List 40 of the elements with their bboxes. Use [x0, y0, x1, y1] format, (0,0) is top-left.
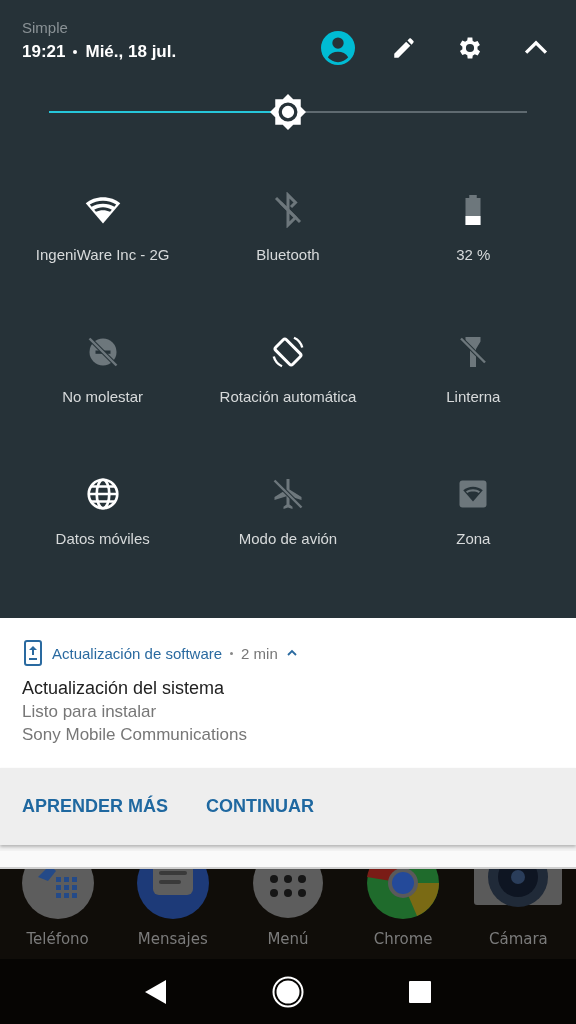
carrier-name: Simple: [22, 19, 69, 36]
brightness-thumb[interactable]: [270, 94, 306, 130]
system-update-icon: [22, 640, 44, 666]
clock-time: 19:21: [22, 42, 66, 62]
tile-label[interactable]: Linterna: [446, 388, 501, 405]
user-avatar-button[interactable]: [320, 30, 356, 66]
avatar-icon: [321, 31, 355, 65]
tile-label[interactable]: Rotación automática: [219, 388, 357, 405]
back-triangle-icon: [143, 977, 169, 1006]
action-button[interactable]: CONTINUAR: [206, 792, 314, 821]
notification-text: Listo para instalar: [22, 702, 158, 722]
messages-app-icon: [136, 869, 209, 919]
notification-text: Sony Mobile Communications: [22, 725, 248, 745]
notification-title: Actualización del sistema: [22, 678, 226, 699]
tile-label[interactable]: Modo de avión: [238, 530, 338, 547]
notification-time: 2 min: [241, 644, 278, 662]
separator-dot: [230, 651, 234, 655]
tile-label[interactable]: Datos móviles: [55, 530, 150, 547]
airplane-off-icon: [270, 476, 306, 512]
home-circle-icon: [272, 975, 304, 1008]
separator-dot: [73, 50, 78, 54]
dock-app[interactable]: Mensajes: [115, 869, 231, 959]
globe-icon: [84, 476, 121, 512]
tile-label[interactable]: 32 %: [456, 246, 491, 263]
date-text: Mié., 18 jul.: [85, 42, 177, 62]
browser-app-icon: [367, 869, 440, 919]
tile-label[interactable]: No molestar: [62, 388, 144, 405]
tile-label[interactable]: Zona: [456, 530, 491, 547]
tile-label[interactable]: Bluetooth: [256, 246, 320, 263]
screen-rotation-icon: [270, 334, 306, 370]
dock-app[interactable]: Cámara: [460, 869, 576, 959]
phone-app-icon: [21, 869, 94, 919]
dock-app[interactable]: Menú: [230, 869, 346, 959]
pencil-icon: [391, 35, 417, 61]
dock-app[interactable]: Teléfono: [0, 869, 116, 959]
action-button[interactable]: APRENDER MÁS: [22, 792, 168, 821]
app-name: Actualización de software: [52, 644, 223, 662]
dock-app[interactable]: Chrome: [345, 869, 461, 959]
square-icon: [409, 980, 431, 1003]
tile-label[interactable]: IngeniWare Inc - 2G: [35, 246, 170, 263]
